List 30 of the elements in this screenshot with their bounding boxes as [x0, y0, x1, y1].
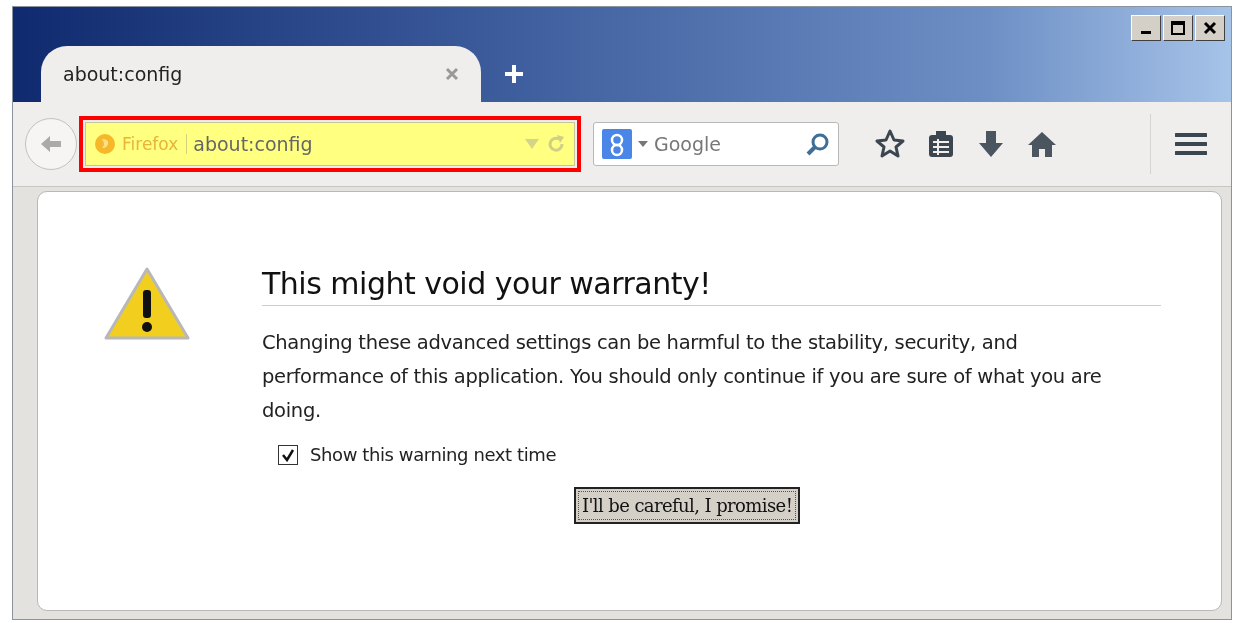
maximize-icon: [1171, 21, 1185, 35]
search-engine-icon[interactable]: [602, 129, 632, 159]
search-field[interactable]: Google: [593, 122, 839, 166]
tab-title: about:config: [63, 63, 183, 85]
home-icon[interactable]: [1027, 130, 1057, 158]
checkbox[interactable]: [278, 444, 298, 465]
clipboard-icon[interactable]: [927, 129, 955, 159]
menu-icon[interactable]: [1175, 132, 1207, 156]
identity-label: Firefox: [122, 134, 188, 154]
url-text: about:config: [193, 133, 314, 155]
star-icon[interactable]: [875, 129, 905, 159]
checkmark-icon: [281, 447, 295, 462]
confirm-button[interactable]: I'll be careful, I promise!: [574, 487, 801, 524]
minimize-button[interactable]: [1131, 15, 1161, 41]
show-warning-checkbox[interactable]: Show this warning next time: [278, 444, 1161, 465]
warning-message: Changing these advanced settings can be harmful to the stability, security, and performance of this application. You should only continue if you are sure of what you are doing.: [262, 330, 1103, 424]
checkbox-label: Show this warning next time: [310, 444, 557, 465]
close-icon: [1203, 21, 1217, 35]
download-icon[interactable]: [977, 129, 1005, 159]
browser-tab[interactable]: about:config: [41, 46, 481, 102]
warning-icon: [104, 266, 190, 342]
back-arrow-icon: [39, 133, 63, 155]
caret-icon[interactable]: [638, 141, 648, 147]
minimize-icon: [1141, 30, 1151, 34]
maximize-button[interactable]: [1163, 15, 1193, 41]
warning-heading: This might void your warranty!: [262, 266, 1161, 306]
new-tab-icon[interactable]: [503, 63, 525, 85]
close-button[interactable]: [1195, 15, 1225, 41]
search-icon[interactable]: [806, 132, 830, 156]
search-placeholder: Google: [654, 133, 722, 155]
